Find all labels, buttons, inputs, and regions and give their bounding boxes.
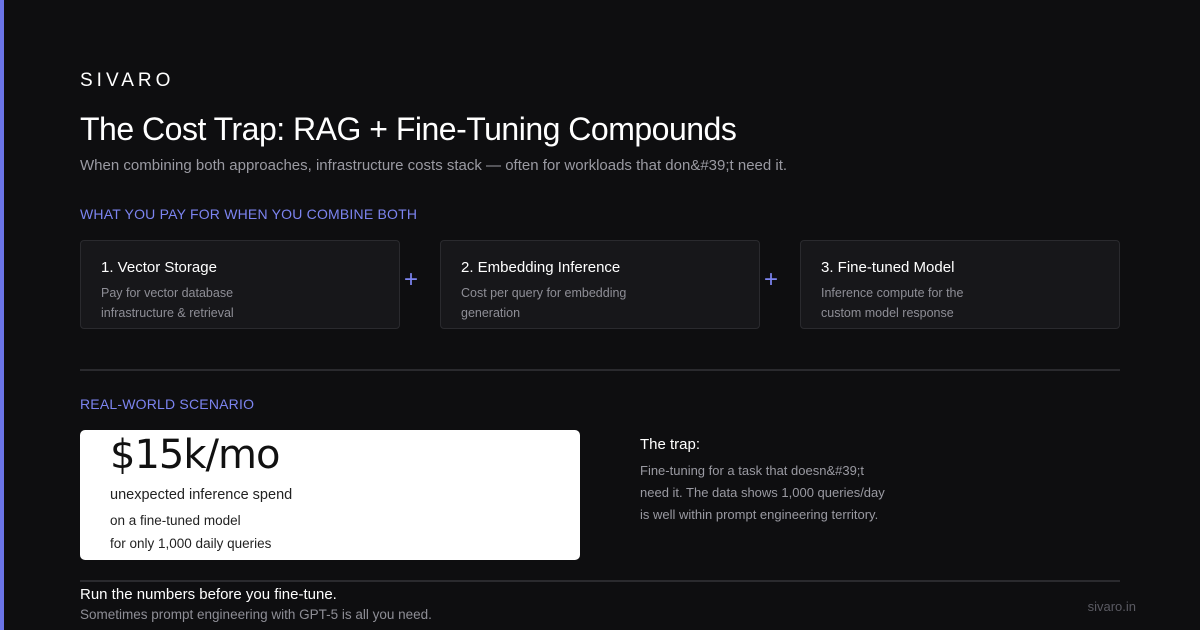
card-description: Inference compute for the custom model r…: [821, 286, 964, 320]
card-title: 1. Vector Storage: [101, 259, 217, 276]
card-title: 2. Embedding Inference: [461, 259, 621, 276]
plus-icon: +: [404, 266, 419, 293]
stat-caption: unexpected inference spend: [110, 487, 293, 503]
divider: [80, 369, 1120, 371]
stat-card: $15k/mo unexpected inference spend on a …: [80, 430, 580, 560]
plus-icon: +: [764, 266, 779, 293]
trap-title: The trap:: [640, 436, 701, 453]
section-label-scenario: REAL-WORLD SCENARIO: [80, 396, 255, 412]
footer-url[interactable]: sivaro.in: [1088, 599, 1136, 614]
cost-card-embedding-inference: 2. Embedding Inference Cost per query fo…: [440, 240, 760, 329]
brand-logo: SIVARO: [80, 70, 175, 91]
accent-bar: [0, 0, 4, 630]
section-label-costs: WHAT YOU PAY FOR WHEN YOU COMBINE BOTH: [80, 206, 418, 222]
footer-headline: Run the numbers before you fine-tune.: [80, 586, 337, 603]
stat-detail: on a fine-tuned model: [110, 513, 241, 528]
card-description: Cost per query for embedding generation: [461, 286, 627, 320]
card-description: Pay for vector database infrastructure &…: [101, 286, 234, 320]
footer-subtext: Sometimes prompt engineering with GPT-5 …: [80, 607, 432, 622]
card-title: 3. Fine-tuned Model: [821, 259, 955, 276]
cost-card-vector-storage: 1. Vector Storage Pay for vector databas…: [80, 240, 400, 329]
stat-value: $15k/mo: [110, 432, 280, 478]
page-subtitle: When combining both approaches, infrastr…: [80, 157, 788, 174]
cost-card-fine-tuned-model: 3. Fine-tuned Model Inference compute fo…: [800, 240, 1120, 329]
page-title: The Cost Trap: RAG + Fine-Tuning Compoun…: [80, 111, 737, 147]
trap-body: Fine-tuning for a task that doesn&#39;t …: [640, 463, 885, 522]
divider: [80, 580, 1120, 582]
stat-detail: for only 1,000 daily queries: [110, 536, 272, 551]
